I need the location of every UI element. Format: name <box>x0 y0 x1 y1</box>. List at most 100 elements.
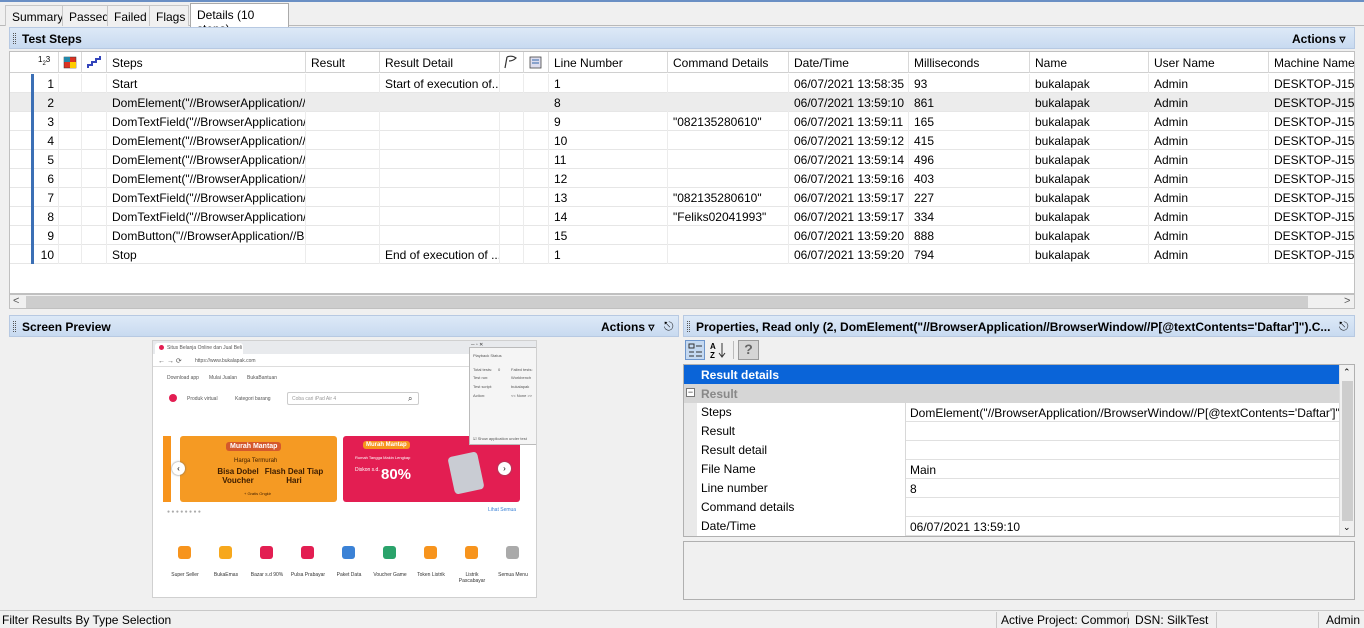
table-row[interactable]: 1 Start Start of execution of... 1 06/07/202… <box>10 74 1354 93</box>
category-icon <box>465 546 478 559</box>
flag-icon[interactable] <box>500 52 524 73</box>
actions-menu-button[interactable]: Actions ▿ <box>1292 32 1345 46</box>
result-details-header[interactable]: Result details <box>684 365 1339 384</box>
chevron-down-icon: ▿ <box>1339 32 1346 46</box>
cube-icon[interactable] <box>59 52 82 73</box>
col-steps[interactable]: Steps <box>107 52 306 73</box>
grid-horizontal-scrollbar[interactable]: < > <box>9 294 1355 309</box>
cell-command-details <box>668 245 789 264</box>
tab-failed[interactable]: Failed <box>107 5 150 26</box>
nav-link: BukaBantuan <box>247 375 278 381</box>
cell-milliseconds: 403 <box>909 169 1030 188</box>
table-row[interactable]: 5 DomElement("//BrowserApplication//B... 1… <box>10 150 1354 169</box>
table-row[interactable]: 9 DomButton("//BrowserApplication//Br... 1… <box>10 226 1354 245</box>
cell-line-number: 15 <box>549 226 668 245</box>
panel-grip-icon[interactable] <box>13 321 16 332</box>
col-user-name[interactable]: User Name <box>1149 52 1269 73</box>
steps-icon[interactable] <box>82 52 107 73</box>
property-row[interactable]: File Name Main <box>684 460 1339 479</box>
property-row[interactable]: Command details <box>684 498 1339 517</box>
help-icon[interactable]: ? <box>738 340 759 360</box>
property-row[interactable]: Date/Time 06/07/2021 13:59:10 <box>684 517 1339 536</box>
panel-grip-icon[interactable] <box>13 33 16 44</box>
cell-step: DomElement("//BrowserApplication//B... <box>107 169 306 188</box>
property-row[interactable]: Result <box>684 422 1339 441</box>
cell-user-name: Admin <box>1149 188 1269 207</box>
details-icon[interactable] <box>524 52 549 73</box>
row-number: 5 <box>34 150 59 169</box>
carousel-dots: ● ● ● ● ● ● ● ● <box>167 509 201 515</box>
status-active-project: Active Project: Common <box>1001 613 1130 627</box>
cell-result <box>306 207 380 226</box>
col-result-detail[interactable]: Result Detail <box>380 52 500 73</box>
banner-text: Diskon s.d. <box>355 467 380 473</box>
sort-alphabetical-icon[interactable]: AZ <box>708 340 728 360</box>
property-value[interactable]: Main <box>906 460 1339 479</box>
panel-title: Screen Preview <box>22 320 111 334</box>
panel-grip-icon[interactable] <box>687 321 690 332</box>
property-value[interactable] <box>906 441 1339 460</box>
col-date-time[interactable]: Date/Time <box>789 52 909 73</box>
col-name[interactable]: Name <box>1030 52 1149 73</box>
table-cell <box>82 207 107 226</box>
scroll-thumb[interactable] <box>26 296 1308 308</box>
browser-tab: Situs Belanja Online dan Jual Beli <box>155 343 243 354</box>
result-group-row[interactable]: − Result <box>684 384 1339 403</box>
cell-name: bukalapak <box>1030 74 1149 93</box>
table-cell <box>59 207 82 226</box>
col-machine-name[interactable]: Machine Name <box>1269 52 1354 73</box>
scroll-up-icon[interactable]: ⌃ <box>1343 367 1351 378</box>
property-value[interactable] <box>906 422 1339 441</box>
collapse-icon[interactable]: − <box>686 388 695 397</box>
property-value[interactable] <box>906 498 1339 517</box>
table-row[interactable]: 4 DomElement("//BrowserApplication//B... 1… <box>10 131 1354 150</box>
scroll-thumb[interactable] <box>1342 381 1353 521</box>
property-value[interactable]: DomElement("//BrowserApplication//Browse… <box>906 403 1339 422</box>
cell-date-time: 06/07/2021 13:59:17 <box>789 207 909 226</box>
cell-step: DomElement("//BrowserApplication//B... <box>107 131 306 150</box>
toolbar-divider <box>733 341 734 359</box>
property-indent <box>684 517 697 536</box>
cell-machine-name: DESKTOP-J15IU5 <box>1269 188 1354 207</box>
col-command-details[interactable]: Command Details <box>668 52 789 73</box>
cell-milliseconds: 227 <box>909 188 1030 207</box>
cell-machine-name: DESKTOP-J15IU5 <box>1269 93 1354 112</box>
nav-link: Mulai Jualan <box>209 375 238 381</box>
category-label: Super Seller <box>171 572 199 578</box>
property-vertical-scrollbar[interactable]: ⌃ ⌄ <box>1339 365 1354 536</box>
table-row[interactable]: 2 DomElement("//BrowserApplication//B... 8… <box>10 93 1354 112</box>
col-milliseconds[interactable]: Milliseconds <box>909 52 1030 73</box>
property-row[interactable]: Result detail <box>684 441 1339 460</box>
cell-date-time: 06/07/2021 13:59:20 <box>789 226 909 245</box>
categorized-view-icon[interactable] <box>685 340 705 360</box>
tab-flags[interactable]: Flags <box>149 5 189 26</box>
actions-menu-button[interactable]: Actions ▿ <box>601 320 654 334</box>
sort-numeric-icon[interactable]: 123 <box>34 52 59 73</box>
table-row[interactable]: 7 DomTextField("//BrowserApplication//...… <box>10 188 1354 207</box>
pin-icon[interactable]: ⎋ <box>1339 319 1349 334</box>
table-row[interactable]: 10 Stop End of execution of ... 1 06/07/2021… <box>10 245 1354 264</box>
cell-date-time: 06/07/2021 13:59:14 <box>789 150 909 169</box>
pin-icon[interactable]: ⎋ <box>664 319 674 334</box>
scroll-down-icon[interactable]: ⌄ <box>1343 522 1351 533</box>
table-row[interactable]: 3 DomTextField("//BrowserApplication//...… <box>10 112 1354 131</box>
cell-machine-name: DESKTOP-J15IU5 <box>1269 131 1354 150</box>
property-row[interactable]: Steps DomElement("//BrowserApplication//B… <box>684 403 1339 422</box>
tab-passed[interactable]: Passed <box>62 5 109 26</box>
cell-user-name: Admin <box>1149 112 1269 131</box>
row-number: 6 <box>34 169 59 188</box>
cell-result <box>306 93 380 112</box>
table-cell <box>59 188 82 207</box>
scroll-right-icon[interactable]: > <box>1344 295 1350 307</box>
property-value[interactable]: 06/07/2021 13:59:10 <box>906 517 1339 536</box>
tab-details[interactable]: Details (10 steps) <box>190 3 289 36</box>
property-value[interactable]: 8 <box>906 479 1339 498</box>
table-cell <box>500 188 524 207</box>
table-row[interactable]: 8 DomTextField("//BrowserApplication//...… <box>10 207 1354 226</box>
col-line-number[interactable]: Line Number <box>549 52 668 73</box>
table-row[interactable]: 6 DomElement("//BrowserApplication//B... 1… <box>10 169 1354 188</box>
tab-summary[interactable]: Summary <box>5 5 63 26</box>
col-result[interactable]: Result <box>306 52 380 73</box>
property-row[interactable]: Line number 8 <box>684 479 1339 498</box>
scroll-left-icon[interactable]: < <box>13 295 19 307</box>
